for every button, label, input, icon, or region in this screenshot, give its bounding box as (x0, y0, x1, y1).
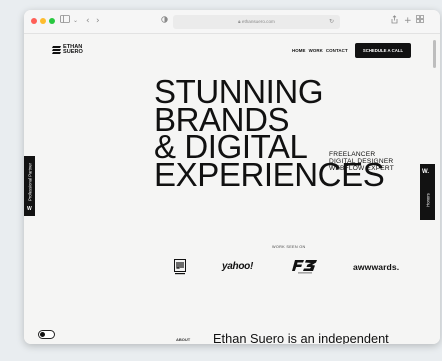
main-nav: HOME WORK CONTACT (292, 48, 351, 53)
privacy-icon[interactable] (161, 15, 168, 27)
zoom-window-button[interactable] (49, 18, 55, 24)
brand-logo-ui (174, 259, 186, 281)
browser-toolbar: ⌄ ‹ › 🔒︎ ethansuero.com ↻ + (24, 10, 440, 34)
scrollbar[interactable] (433, 40, 436, 68)
logo-text: ETHAN SUERO (63, 44, 93, 56)
close-window-button[interactable] (31, 18, 37, 24)
logo-mark-icon (52, 46, 61, 54)
brand-logo-awwwards: awwwards. (353, 262, 400, 272)
about-intro-text: Ethan Suero is an independent (213, 331, 389, 344)
subtitle-line-2: DIGITAL DESIGNER (329, 158, 394, 165)
address-bar[interactable]: 🔒︎ ethansuero.com ↻ (173, 15, 340, 29)
nav-home[interactable]: HOME (292, 48, 306, 53)
f3-brand-icon (292, 260, 317, 274)
minimize-window-button[interactable] (40, 18, 46, 24)
ui-brand-icon (174, 259, 186, 275)
schedule-call-button[interactable]: SCHEDULE A CALL (355, 43, 411, 58)
url-text: ethansuero.com (241, 19, 275, 24)
brand-logo-yahoo: yahoo! (222, 261, 253, 272)
reload-icon[interactable]: ↻ (329, 15, 334, 29)
professional-partner-label: Professional Partner (27, 163, 32, 202)
hero-subtitle: FREELANCER DIGITAL DESIGNER WEBFLOW EXPE… (329, 151, 394, 172)
awards-mark-icon: W. (422, 169, 429, 175)
website-page: ETHAN SUERO HOME WORK CONTACT SCHEDULE A C… (24, 34, 440, 344)
nav-contact[interactable]: CONTACT (326, 48, 348, 53)
sidebar-icon[interactable] (60, 15, 70, 27)
nav-work[interactable]: WORK (309, 48, 323, 53)
tabs-overview-icon[interactable] (416, 15, 424, 27)
logo-line-2: SUERO (63, 49, 83, 56)
chevron-down-icon[interactable]: ⌄ (73, 15, 78, 27)
theme-toggle[interactable] (38, 330, 55, 339)
toggle-knob (40, 332, 45, 337)
back-icon[interactable]: ‹ (86, 15, 90, 27)
work-seen-on-label: WORK SEEN ON (272, 245, 306, 249)
brand-logo-f3 (292, 260, 318, 279)
webflow-mark-icon: W (27, 206, 32, 212)
subtitle-line-3: WEBFLOW EXPERT (329, 165, 394, 172)
new-tab-icon[interactable]: + (404, 15, 412, 27)
browser-window: ⌄ ‹ › 🔒︎ ethansuero.com ↻ + ETHAN SUERO … (24, 10, 440, 344)
honors-label: Honors (425, 193, 430, 207)
subtitle-line-1: FREELANCER (329, 151, 376, 158)
about-label: ABOUT (176, 337, 191, 342)
honors-tab[interactable]: W. Honors (420, 164, 435, 220)
forward-icon[interactable]: › (96, 15, 100, 27)
professional-partner-tab[interactable]: Professional Partner W (24, 156, 35, 216)
share-icon[interactable] (391, 15, 398, 28)
